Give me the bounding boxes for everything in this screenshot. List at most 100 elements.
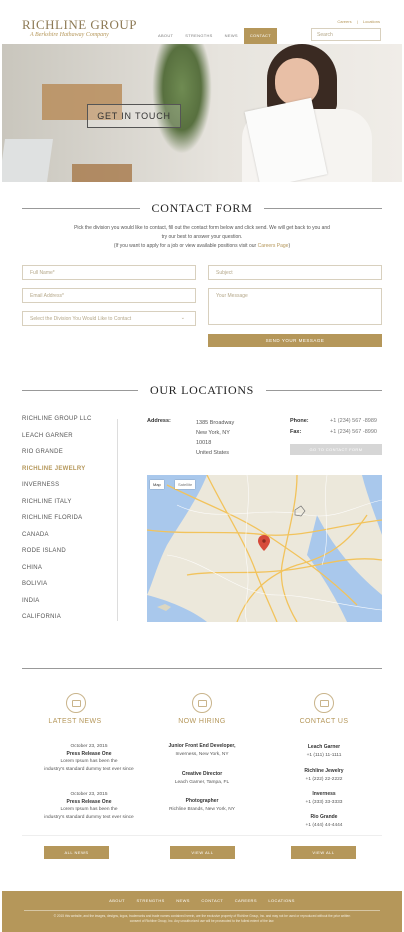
location-item[interactable]: BOLIVIA bbox=[22, 581, 122, 598]
fax-label: Fax: bbox=[290, 429, 302, 435]
careers-page-link[interactable]: Careers Page bbox=[258, 243, 289, 249]
intro-line-3: (If you want to apply for a job or view … bbox=[40, 242, 364, 251]
message-field[interactable]: Your Message bbox=[208, 288, 382, 325]
contact-item: Rio Grande +1 (444) 44-4444 bbox=[264, 814, 384, 829]
news-text: Lorem Ipsum has been the bbox=[60, 807, 118, 812]
news-date: October 23, 2015 bbox=[70, 744, 108, 749]
address-lines: 1385 Broadway New York, NY 10018 United … bbox=[196, 418, 234, 458]
nav-contact[interactable]: CONTACT bbox=[243, 28, 277, 44]
map-tab-satellite[interactable]: Satellite bbox=[175, 480, 196, 489]
contact-phone: +1 (222) 22-2222 bbox=[305, 776, 343, 782]
divider-line bbox=[266, 389, 383, 391]
location-item[interactable]: CANADA bbox=[22, 532, 122, 549]
contact-intro: Pick the division you would like to cont… bbox=[40, 224, 364, 251]
divider-line bbox=[264, 207, 382, 209]
go-to-contact-form-button[interactable]: GO TO CONTACT FORM bbox=[290, 444, 382, 455]
address-line: 1385 Broadway bbox=[196, 420, 235, 426]
job-item: Photographer Richline Brands, New York, … bbox=[142, 798, 262, 813]
locations-title: OUR LOCATIONS bbox=[149, 382, 255, 397]
subject-field[interactable]: Subject bbox=[208, 265, 382, 280]
hero-banner bbox=[2, 44, 402, 182]
nav-news[interactable]: NEWS bbox=[219, 28, 244, 44]
intro-line-3-pre: (If you want to apply for a job or view … bbox=[113, 243, 258, 249]
contact-phone: +1 (111) 11-1111 bbox=[306, 752, 342, 758]
contact-item: Inverness +1 (333) 33-3333 bbox=[264, 791, 384, 806]
job-role[interactable]: Creative Director bbox=[142, 771, 262, 779]
nav-about[interactable]: ABOUT bbox=[152, 28, 179, 44]
location-item[interactable]: CHINA bbox=[22, 565, 122, 582]
division-select[interactable]: Select the Division You Would Like to Co… bbox=[22, 311, 196, 326]
contact-name: Richline Jewelry bbox=[304, 768, 344, 774]
location-item[interactable]: RIO GRANDE bbox=[22, 449, 122, 466]
news-icon bbox=[66, 693, 86, 713]
column-divider bbox=[22, 835, 382, 836]
footer-link-locations[interactable]: LOCATIONS bbox=[268, 898, 294, 903]
now-hiring-column: NOW HIRING bbox=[142, 718, 262, 725]
location-map[interactable]: Map Satellite bbox=[147, 475, 382, 622]
locations-heading: OUR LOCATIONS bbox=[22, 382, 383, 397]
contact-form-title: CONTACT FORM bbox=[151, 200, 253, 215]
location-item-active[interactable]: RICHLINE JEWELRY bbox=[22, 466, 122, 483]
footer-link-strengths[interactable]: STRENGTHS bbox=[136, 898, 164, 903]
search-input[interactable]: Search bbox=[311, 28, 381, 41]
locations-divider bbox=[117, 419, 118, 621]
location-item[interactable]: LEACH GARNER bbox=[22, 433, 122, 450]
news-title[interactable]: Press Release One bbox=[29, 751, 149, 759]
news-title[interactable]: Press Release One bbox=[29, 799, 149, 807]
footer-link-careers[interactable]: CAREERS bbox=[235, 898, 257, 903]
contact-name: Rio Grande bbox=[310, 814, 338, 820]
job-place: Richline Brands, New York, NY bbox=[169, 806, 235, 812]
location-item[interactable]: RICHLINE FLORIDA bbox=[22, 515, 122, 532]
now-hiring-title: NOW HIRING bbox=[178, 718, 226, 725]
job-role[interactable]: Photographer bbox=[142, 798, 262, 806]
phone-label: Phone: bbox=[290, 418, 309, 424]
contact-icon bbox=[314, 693, 334, 713]
view-all-jobs-button[interactable]: VIEW ALL bbox=[170, 846, 235, 859]
main-nav: ABOUT STRENGTHS NEWS CONTACT bbox=[152, 28, 277, 44]
top-links: Careers | Locations bbox=[333, 19, 380, 24]
location-item[interactable]: CALIFORNIA bbox=[22, 614, 122, 631]
map-tab-map[interactable]: Map bbox=[150, 480, 164, 489]
full-name-field[interactable]: Full Name* bbox=[22, 265, 196, 280]
careers-link[interactable]: Careers bbox=[337, 19, 351, 24]
footer-link-about[interactable]: ABOUT bbox=[109, 898, 125, 903]
hero-laptop bbox=[2, 139, 54, 182]
send-message-button[interactable]: SEND YOUR MESSAGE bbox=[208, 334, 382, 347]
job-place: Inverness, New York, NY bbox=[175, 751, 229, 757]
footer-link-contact[interactable]: CONTACT bbox=[201, 898, 223, 903]
location-item[interactable]: RICHLINE ITALY bbox=[22, 499, 122, 516]
news-date: October 23, 2015 bbox=[70, 792, 108, 797]
footer-link-news[interactable]: NEWS bbox=[176, 898, 190, 903]
location-item[interactable]: RICHLINE GROUP LLC bbox=[22, 416, 122, 433]
contact-item: Richline Jewelry +1 (222) 22-2222 bbox=[264, 768, 384, 783]
brand-name[interactable]: RICHLINE GROUP bbox=[22, 17, 137, 33]
latest-news-title: LATEST NEWS bbox=[48, 718, 102, 725]
division-select-value: Select the Division You Would Like to Co… bbox=[30, 316, 132, 322]
get-in-touch-button[interactable]: GET IN TOUCH bbox=[87, 104, 181, 128]
view-all-contacts-button[interactable]: VIEW ALL bbox=[291, 846, 356, 859]
address-line: United States bbox=[196, 450, 230, 456]
locations-link[interactable]: Locations bbox=[363, 19, 380, 24]
all-news-button[interactable]: ALL NEWS bbox=[44, 846, 109, 859]
fax-value: +1 (234) 567 -8990 bbox=[330, 429, 377, 435]
latest-news-column: LATEST NEWS bbox=[15, 718, 135, 725]
location-item[interactable]: INVERNESS bbox=[22, 482, 122, 499]
job-role[interactable]: Junior Front End Developer, bbox=[142, 743, 262, 751]
address-label: Address: bbox=[147, 418, 171, 424]
hero-plant bbox=[152, 44, 212, 154]
location-item[interactable]: INDIA bbox=[22, 598, 122, 615]
news-text: industry's standard dummy text ever sinc… bbox=[44, 814, 134, 820]
news-text: industry's standard dummy text ever sinc… bbox=[44, 766, 134, 772]
footer-divider bbox=[24, 910, 380, 911]
brand-tagline: A Berkshire Hathaway Company bbox=[30, 32, 109, 38]
map-graphic bbox=[147, 475, 382, 622]
legal-line: consent of Richline Group, Inc. Any unau… bbox=[129, 919, 275, 923]
nav-strengths[interactable]: STRENGTHS bbox=[179, 28, 218, 44]
intro-line-3-post: ) bbox=[288, 243, 291, 249]
location-item[interactable]: RODE ISLAND bbox=[22, 548, 122, 565]
email-field[interactable]: Email Address* bbox=[22, 288, 196, 303]
contact-us-title: CONTACT US bbox=[299, 718, 349, 725]
contact-name: Leach Garner bbox=[307, 744, 341, 750]
job-place: Leach Garner, Tampa, FL bbox=[174, 779, 230, 785]
site-footer: ABOUT STRENGTHS NEWS CONTACT CAREERS LOC… bbox=[2, 891, 402, 932]
